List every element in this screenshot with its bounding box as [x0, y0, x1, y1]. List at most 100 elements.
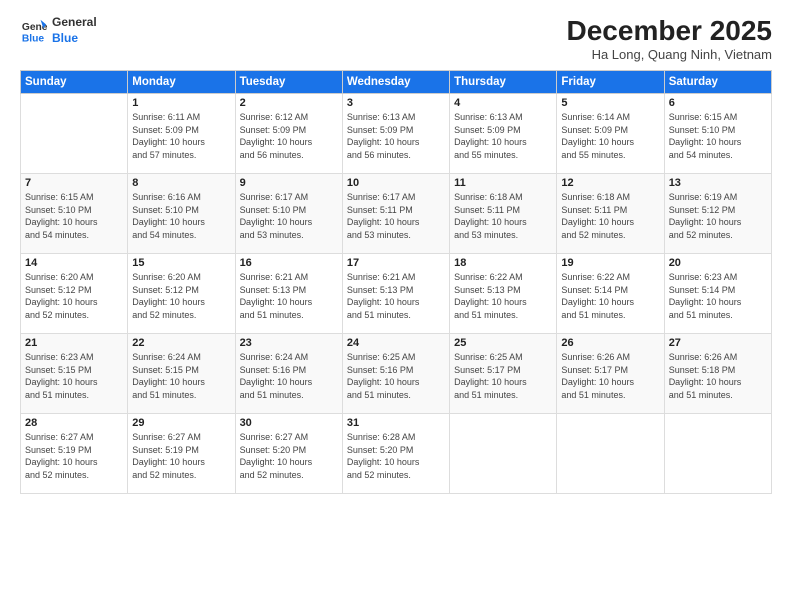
day-cell: 10Sunrise: 6:17 AM Sunset: 5:11 PM Dayli…: [342, 174, 449, 254]
day-info: Sunrise: 6:20 AM Sunset: 5:12 PM Dayligh…: [25, 271, 123, 321]
header: General Blue General Blue December 2025 …: [20, 15, 772, 62]
day-number: 7: [25, 177, 123, 189]
day-cell: 14 Sunrise: 6:20 AM Sunset: 5:12 PM Dayli…: [21, 254, 128, 334]
day-number: 10: [347, 177, 445, 189]
day-number: 14: [25, 257, 123, 269]
logo: General Blue General Blue: [20, 15, 97, 46]
day-cell: 31Sunrise: 6:28 AM Sunset: 5:20 PM Dayli…: [342, 414, 449, 494]
day-cell: 12Sunrise: 6:18 AM Sunset: 5:11 PM Dayli…: [557, 174, 664, 254]
day-info: Sunrise: 6:25 AM Sunset: 5:16 PM Dayligh…: [347, 351, 445, 401]
day-cell: [664, 414, 771, 494]
day-number: 9: [240, 177, 338, 189]
day-number: 21: [25, 337, 123, 349]
day-cell: 1 Sunrise: 6:11 AM Sunset: 5:09 PM Daylig…: [128, 94, 235, 174]
svg-text:Blue: Blue: [22, 33, 45, 44]
day-info: Sunrise: 6:23 AM Sunset: 5:15 PM Dayligh…: [25, 351, 123, 401]
day-info: Sunrise: 6:23 AM Sunset: 5:14 PM Dayligh…: [669, 271, 767, 321]
day-info: Sunrise: 6:26 AM Sunset: 5:18 PM Dayligh…: [669, 351, 767, 401]
day-info: Sunrise: 6:27 AM Sunset: 5:19 PM Dayligh…: [25, 431, 123, 481]
day-number: 25: [454, 337, 552, 349]
week-row-0: 1 Sunrise: 6:11 AM Sunset: 5:09 PM Daylig…: [21, 94, 772, 174]
day-number: 1: [132, 97, 230, 109]
location: Ha Long, Quang Ninh, Vietnam: [567, 47, 772, 62]
day-cell: 15 Sunrise: 6:20 AM Sunset: 5:12 PM Dayli…: [128, 254, 235, 334]
day-number: 8: [132, 177, 230, 189]
day-cell: 22 Sunrise: 6:24 AM Sunset: 5:15 PM Dayli…: [128, 334, 235, 414]
week-row-4: 28 Sunrise: 6:27 AM Sunset: 5:19 PM Dayli…: [21, 414, 772, 494]
day-info: Sunrise: 6:25 AM Sunset: 5:17 PM Dayligh…: [454, 351, 552, 401]
day-number: 6: [669, 97, 767, 109]
day-cell: 13Sunrise: 6:19 AM Sunset: 5:12 PM Dayli…: [664, 174, 771, 254]
day-number: 4: [454, 97, 552, 109]
day-cell: 3 Sunrise: 6:13 AM Sunset: 5:09 PM Daylig…: [342, 94, 449, 174]
weekday-header-wednesday: Wednesday: [342, 71, 449, 94]
week-row-3: 21 Sunrise: 6:23 AM Sunset: 5:15 PM Dayli…: [21, 334, 772, 414]
day-cell: 26Sunrise: 6:26 AM Sunset: 5:17 PM Dayli…: [557, 334, 664, 414]
day-number: 11: [454, 177, 552, 189]
day-cell: 9 Sunrise: 6:17 AM Sunset: 5:10 PM Daylig…: [235, 174, 342, 254]
day-number: 19: [561, 257, 659, 269]
month-title: December 2025: [567, 15, 772, 47]
logo-text-blue: Blue: [52, 31, 97, 47]
day-info: Sunrise: 6:17 AM Sunset: 5:10 PM Dayligh…: [240, 191, 338, 241]
logo-text-general: General: [52, 15, 97, 31]
day-info: Sunrise: 6:14 AM Sunset: 5:09 PM Dayligh…: [561, 111, 659, 161]
day-number: 15: [132, 257, 230, 269]
day-cell: [557, 414, 664, 494]
day-cell: 2Sunrise: 6:12 AM Sunset: 5:09 PM Daylig…: [235, 94, 342, 174]
day-cell: 6Sunrise: 6:15 AM Sunset: 5:10 PM Daylig…: [664, 94, 771, 174]
day-number: 5: [561, 97, 659, 109]
day-info: Sunrise: 6:16 AM Sunset: 5:10 PM Dayligh…: [132, 191, 230, 241]
day-cell: 4Sunrise: 6:13 AM Sunset: 5:09 PM Daylig…: [450, 94, 557, 174]
day-info: Sunrise: 6:15 AM Sunset: 5:10 PM Dayligh…: [25, 191, 123, 241]
weekday-header-tuesday: Tuesday: [235, 71, 342, 94]
day-cell: 27 Sunrise: 6:26 AM Sunset: 5:18 PM Dayli…: [664, 334, 771, 414]
day-cell: 23Sunrise: 6:24 AM Sunset: 5:16 PM Dayli…: [235, 334, 342, 414]
day-info: Sunrise: 6:11 AM Sunset: 5:09 PM Dayligh…: [132, 111, 230, 161]
day-number: 18: [454, 257, 552, 269]
day-cell: 18 Sunrise: 6:22 AM Sunset: 5:13 PM Dayli…: [450, 254, 557, 334]
day-info: Sunrise: 6:24 AM Sunset: 5:15 PM Dayligh…: [132, 351, 230, 401]
day-cell: 24 Sunrise: 6:25 AM Sunset: 5:16 PM Dayli…: [342, 334, 449, 414]
day-number: 28: [25, 417, 123, 429]
day-cell: 11 Sunrise: 6:18 AM Sunset: 5:11 PM Dayli…: [450, 174, 557, 254]
day-number: 13: [669, 177, 767, 189]
weekday-header-saturday: Saturday: [664, 71, 771, 94]
day-info: Sunrise: 6:27 AM Sunset: 5:19 PM Dayligh…: [132, 431, 230, 481]
weekday-header-thursday: Thursday: [450, 71, 557, 94]
day-info: Sunrise: 6:18 AM Sunset: 5:11 PM Dayligh…: [454, 191, 552, 241]
day-info: Sunrise: 6:20 AM Sunset: 5:12 PM Dayligh…: [132, 271, 230, 321]
weekday-header-monday: Monday: [128, 71, 235, 94]
day-cell: [450, 414, 557, 494]
week-row-1: 7 Sunrise: 6:15 AM Sunset: 5:10 PM Daylig…: [21, 174, 772, 254]
day-number: 17: [347, 257, 445, 269]
day-cell: 17Sunrise: 6:21 AM Sunset: 5:13 PM Dayli…: [342, 254, 449, 334]
day-number: 16: [240, 257, 338, 269]
day-cell: 29 Sunrise: 6:27 AM Sunset: 5:19 PM Dayli…: [128, 414, 235, 494]
day-number: 22: [132, 337, 230, 349]
day-cell: 28 Sunrise: 6:27 AM Sunset: 5:19 PM Dayli…: [21, 414, 128, 494]
day-number: 3: [347, 97, 445, 109]
day-number: 20: [669, 257, 767, 269]
weekday-header-friday: Friday: [557, 71, 664, 94]
day-cell: 7 Sunrise: 6:15 AM Sunset: 5:10 PM Daylig…: [21, 174, 128, 254]
day-number: 30: [240, 417, 338, 429]
page: General Blue General Blue December 2025 …: [0, 0, 792, 612]
calendar-table: SundayMondayTuesdayWednesdayThursdayFrid…: [20, 70, 772, 494]
day-number: 24: [347, 337, 445, 349]
day-cell: [21, 94, 128, 174]
day-number: 27: [669, 337, 767, 349]
logo-icon: General Blue: [20, 17, 48, 45]
day-cell: 21 Sunrise: 6:23 AM Sunset: 5:15 PM Dayli…: [21, 334, 128, 414]
day-info: Sunrise: 6:27 AM Sunset: 5:20 PM Dayligh…: [240, 431, 338, 481]
day-info: Sunrise: 6:22 AM Sunset: 5:14 PM Dayligh…: [561, 271, 659, 321]
day-info: Sunrise: 6:22 AM Sunset: 5:13 PM Dayligh…: [454, 271, 552, 321]
week-row-2: 14 Sunrise: 6:20 AM Sunset: 5:12 PM Dayli…: [21, 254, 772, 334]
day-info: Sunrise: 6:13 AM Sunset: 5:09 PM Dayligh…: [347, 111, 445, 161]
day-number: 29: [132, 417, 230, 429]
day-info: Sunrise: 6:12 AM Sunset: 5:09 PM Dayligh…: [240, 111, 338, 161]
day-cell: 19 Sunrise: 6:22 AM Sunset: 5:14 PM Dayli…: [557, 254, 664, 334]
day-number: 26: [561, 337, 659, 349]
day-info: Sunrise: 6:28 AM Sunset: 5:20 PM Dayligh…: [347, 431, 445, 481]
day-info: Sunrise: 6:18 AM Sunset: 5:11 PM Dayligh…: [561, 191, 659, 241]
